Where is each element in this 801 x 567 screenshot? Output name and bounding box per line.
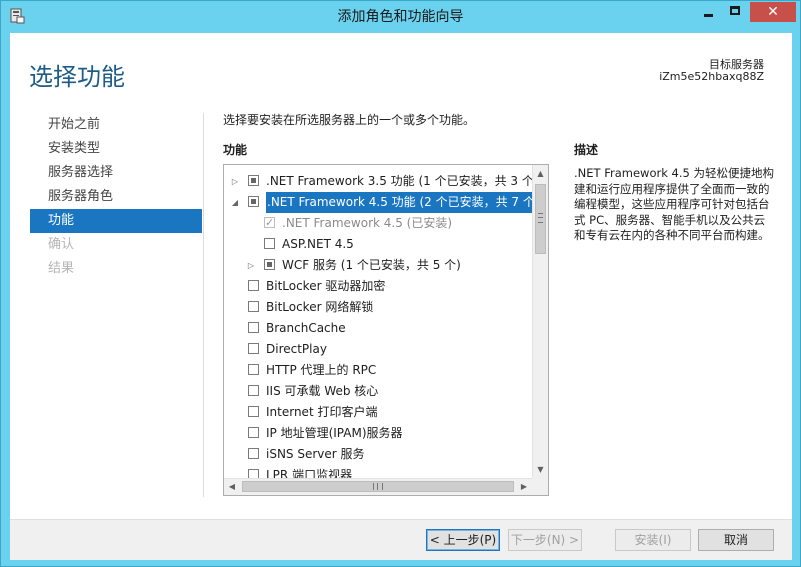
feature-label: ASP.NET 4.5 xyxy=(282,237,354,251)
page-title: 选择功能 xyxy=(29,63,125,91)
grip-icon xyxy=(538,213,543,223)
instruction-text: 选择要安装在所选服务器上的一个或多个功能。 xyxy=(223,113,476,127)
grip-icon xyxy=(373,483,383,490)
feature-checkbox[interactable] xyxy=(248,175,259,186)
install-button[interactable]: 安装(I) xyxy=(615,529,691,551)
nav-step[interactable]: 安装类型 xyxy=(30,137,202,161)
feature-label: .NET Framework 4.5 (已安装) xyxy=(282,216,453,230)
minimize-button[interactable] xyxy=(695,2,721,22)
close-button[interactable]: ✕ xyxy=(750,2,796,22)
scrollbar-corner xyxy=(532,478,548,495)
feature-checkbox[interactable] xyxy=(248,280,259,291)
expand-arrow-icon[interactable]: ▷ xyxy=(230,171,240,192)
horizontal-scroll-thumb[interactable] xyxy=(242,481,514,492)
nav-step: 结果 xyxy=(48,261,75,276)
scroll-left-icon[interactable]: ◀ xyxy=(224,479,240,495)
nav-divider xyxy=(203,113,204,497)
window-title: 添加角色和功能向导 xyxy=(337,9,464,25)
feature-label: BranchCache xyxy=(266,321,346,335)
features-tree[interactable]: ▷ .NET Framework 3.5 功能 (1 个已安装，共 3 个) ◢ .N… xyxy=(223,164,549,496)
description-heading: 描述 xyxy=(574,143,599,157)
feature-row[interactable]: BitLocker 驱动器加密 xyxy=(224,276,532,297)
feature-row[interactable]: ◢ .NET Framework 4.5 功能 (2 个已安装，共 7 个) xyxy=(224,192,541,213)
feature-row[interactable]: IIS 可承载 Web 核心 xyxy=(224,381,532,402)
features-heading: 功能 xyxy=(223,143,248,157)
feature-label: iSNS Server 服务 xyxy=(266,447,365,461)
maximize-icon xyxy=(730,6,740,15)
wizard-content: 选择功能 目标服务器 iZm5e52hbaxq88Z 开始之前 安装类型 服务器选择… xyxy=(10,33,792,559)
maximize-button[interactable] xyxy=(722,2,749,22)
feature-checkbox[interactable] xyxy=(248,427,259,438)
expand-arrow-icon[interactable]: ▷ xyxy=(246,255,256,276)
feature-row[interactable]: .NET Framework 4.5 (已安装) xyxy=(224,212,532,234)
wizard-steps-nav: 开始之前 安装类型 服务器选择 服务器角色 功能确认结果 xyxy=(30,113,202,281)
nav-step[interactable]: 功能 xyxy=(30,209,202,233)
feature-row[interactable]: DirectPlay xyxy=(224,339,532,360)
title-bar[interactable]: 添加角色和功能向导 ✕ xyxy=(1,1,800,33)
feature-row[interactable]: HTTP 代理上的 RPC xyxy=(224,360,532,381)
collapse-arrow-icon[interactable]: ◢ xyxy=(230,192,240,213)
target-server-name: iZm5e52hbaxq88Z xyxy=(659,70,764,83)
feature-checkbox[interactable] xyxy=(264,238,275,249)
cancel-button[interactable]: 取消 xyxy=(698,529,774,551)
previous-button[interactable]: < 上一步(P) xyxy=(426,529,500,551)
feature-label: IIS 可承载 Web 核心 xyxy=(266,384,379,398)
nav-step: 确认 xyxy=(48,237,75,252)
vertical-scroll-thumb[interactable] xyxy=(535,184,546,254)
feature-row[interactable]: ASP.NET 4.5 xyxy=(224,234,532,255)
feature-checkbox[interactable] xyxy=(248,322,259,333)
feature-label: DirectPlay xyxy=(266,342,327,356)
feature-row[interactable]: iSNS Server 服务 xyxy=(224,444,532,465)
feature-label: .NET Framework 3.5 功能 (1 个已安装，共 3 个) xyxy=(266,174,539,188)
feature-label: BitLocker 网络解锁 xyxy=(266,300,374,314)
scroll-right-icon[interactable]: ▶ xyxy=(516,479,532,495)
feature-checkbox[interactable] xyxy=(248,301,259,312)
feature-row[interactable]: BitLocker 网络解锁 xyxy=(224,297,532,318)
horizontal-scrollbar[interactable]: ◀ ▶ xyxy=(224,478,532,495)
description-text: .NET Framework 4.5 为轻松便捷地构建和运行应用程序提供了全面而… xyxy=(574,166,774,242)
nav-step[interactable]: 服务器选择 xyxy=(30,161,202,185)
feature-row[interactable]: ▷ .NET Framework 3.5 功能 (1 个已安装，共 3 个) xyxy=(224,171,539,192)
next-button[interactable]: 下一步(N) > xyxy=(508,529,582,551)
button-bar: < 上一步(P) 下一步(N) > 安装(I) 取消 xyxy=(10,519,792,560)
scroll-up-icon[interactable]: ▲ xyxy=(533,165,548,182)
close-icon: ✕ xyxy=(767,4,779,20)
feature-row[interactable]: IP 地址管理(IPAM)服务器 xyxy=(224,423,532,444)
feature-label: WCF 服务 (1 个已安装，共 5 个) xyxy=(282,258,461,272)
scroll-down-icon[interactable]: ▼ xyxy=(533,461,548,478)
nav-step[interactable]: 服务器角色 xyxy=(30,185,202,209)
minimize-icon xyxy=(704,14,713,17)
wizard-window: 添加角色和功能向导 ✕ 选择功能 目标服务器 iZm5e52hbaxq88Z 开… xyxy=(0,0,801,567)
feature-label: HTTP 代理上的 RPC xyxy=(266,363,377,377)
feature-checkbox[interactable] xyxy=(248,448,259,459)
feature-label: .NET Framework 4.5 功能 (2 个已安装，共 7 个) xyxy=(266,192,541,213)
feature-row[interactable]: ▷ WCF 服务 (1 个已安装，共 5 个) xyxy=(224,255,532,276)
feature-row[interactable]: BranchCache xyxy=(224,318,532,339)
feature-label: IP 地址管理(IPAM)服务器 xyxy=(266,426,403,440)
feature-checkbox[interactable] xyxy=(248,343,259,354)
vertical-scrollbar[interactable]: ▲ ▼ xyxy=(532,165,548,478)
feature-checkbox[interactable] xyxy=(248,364,259,375)
nav-step[interactable]: 开始之前 xyxy=(30,113,202,137)
feature-checkbox[interactable] xyxy=(264,259,275,270)
feature-label: BitLocker 驱动器加密 xyxy=(266,279,386,293)
feature-row[interactable]: Internet 打印客户端 xyxy=(224,402,532,423)
feature-checkbox[interactable] xyxy=(248,196,259,207)
features-tree-rows: ▷ .NET Framework 3.5 功能 (1 个已安装，共 3 个) ◢ .N… xyxy=(224,171,541,486)
feature-label: Internet 打印客户端 xyxy=(266,405,378,419)
feature-checkbox[interactable] xyxy=(248,406,259,417)
feature-checkbox xyxy=(264,212,275,233)
feature-checkbox[interactable] xyxy=(248,385,259,396)
